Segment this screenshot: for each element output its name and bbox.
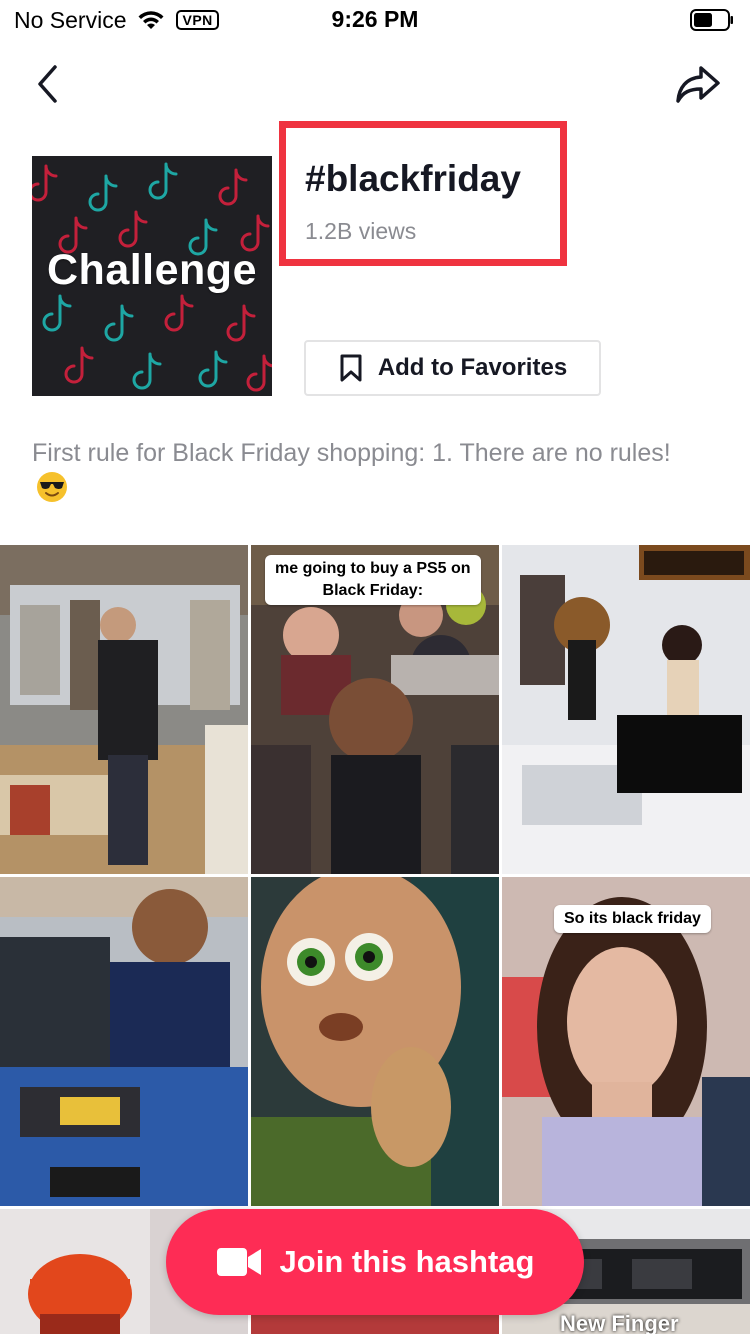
add-to-favorites-button[interactable]: Add to Favorites: [304, 340, 601, 396]
video-thumbnail-4[interactable]: [0, 877, 248, 1206]
hashtag-title: #blackfriday: [305, 158, 521, 199]
join-hashtag-label: Join this hashtag: [279, 1244, 535, 1279]
share-button[interactable]: [672, 60, 724, 108]
join-hashtag-button[interactable]: Join this hashtag: [166, 1209, 584, 1315]
caption-line-1: me going to buy a PS5 on: [275, 560, 471, 577]
bookmark-icon: [340, 354, 362, 382]
showroom-scene-image: [502, 545, 750, 874]
status-bar: No Service VPN 9:26 PM: [0, 0, 750, 40]
video-camera-icon: [216, 1248, 261, 1276]
back-button[interactable]: [28, 60, 68, 108]
video-thumbnail-2[interactable]: me going to buy a PS5 on Black Friday:: [251, 545, 499, 874]
description-text: First rule for Black Friday shopping: 1.…: [32, 439, 671, 467]
video-caption-6: So its black friday: [554, 905, 711, 933]
video-thumbnail-1[interactable]: [0, 545, 248, 874]
puppet-scene-image: [251, 877, 499, 1206]
hashtag-description: First rule for Black Friday shopping: 1.…: [32, 436, 692, 507]
video-thumbnail-5[interactable]: [251, 877, 499, 1206]
share-icon: [676, 66, 720, 103]
caption-line-2: Black Friday:: [322, 582, 424, 599]
cashier-scene-image: [0, 877, 248, 1206]
video-caption-9: New Finger: [560, 1311, 679, 1334]
video-caption-2: me going to buy a PS5 on Black Friday:: [265, 555, 481, 605]
challenge-label: Challenge: [47, 246, 257, 294]
battery-icon: [690, 9, 733, 31]
video-thumbnail-3[interactable]: [502, 545, 750, 874]
status-time: 9:26 PM: [331, 6, 419, 32]
store-scene-image: [0, 545, 248, 874]
challenge-thumbnail: Challenge: [32, 156, 272, 396]
views-count: 1.2B views: [305, 218, 417, 244]
back-arrow-icon: [38, 65, 57, 103]
favorites-label: Add to Favorites: [377, 354, 568, 381]
sunglasses-emoji-icon: [37, 472, 67, 502]
video-thumbnail-6[interactable]: So its black friday: [502, 877, 750, 1206]
